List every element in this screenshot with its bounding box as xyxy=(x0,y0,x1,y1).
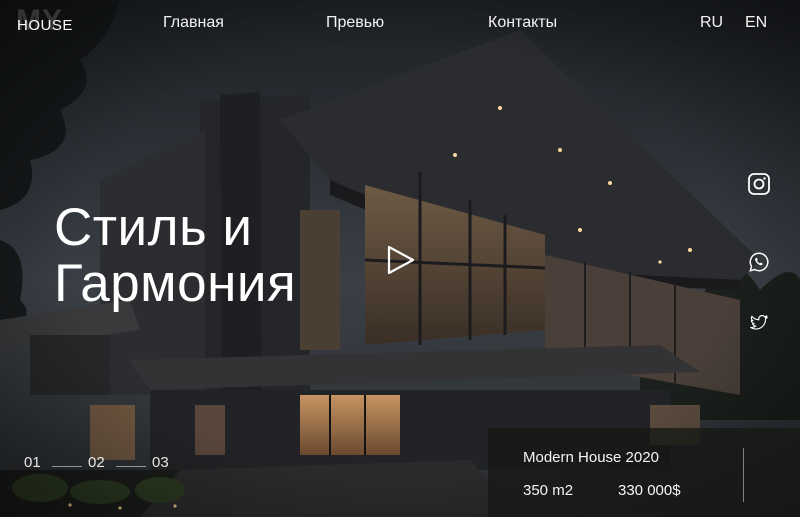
logo-wordmark: HOUSE xyxy=(17,17,73,34)
play-video-button[interactable] xyxy=(380,240,420,280)
hero-title-line-2: Гармония xyxy=(54,254,297,313)
slide-indicator-divider xyxy=(52,466,82,467)
slide-indicator-divider xyxy=(116,466,146,467)
card-divider xyxy=(743,448,744,502)
instagram-icon xyxy=(748,173,770,195)
nav-link-contacts[interactable]: Контакты xyxy=(488,14,557,32)
language-ru[interactable]: RU xyxy=(700,14,723,32)
property-area: 350 m2 xyxy=(523,482,574,499)
hero-title-line-1: Стиль и xyxy=(54,198,253,257)
nav-link-preview[interactable]: Превью xyxy=(326,14,384,32)
top-navigation: MY HOUSE Главная Превью Контакты RU EN xyxy=(0,0,800,50)
play-icon xyxy=(387,245,415,275)
logo[interactable]: MY HOUSE xyxy=(16,6,86,40)
slide-indicator-3[interactable]: 03 xyxy=(152,454,169,471)
twitter-link[interactable] xyxy=(744,308,774,338)
twitter-icon xyxy=(750,315,768,330)
property-price: 330 000$ xyxy=(618,482,681,499)
slide-indicator-2[interactable]: 02 xyxy=(88,454,105,471)
slide-indicator-1[interactable]: 01 xyxy=(24,454,41,471)
instagram-link[interactable] xyxy=(744,169,774,199)
property-info-card[interactable]: Modern House 2020 350 m2 330 000$ xyxy=(488,428,800,517)
language-en[interactable]: EN xyxy=(745,14,767,32)
nav-link-home[interactable]: Главная xyxy=(163,14,224,32)
whatsapp-icon xyxy=(749,252,769,272)
hero-title: Стиль и Гармония xyxy=(54,200,384,312)
property-title: Modern House 2020 xyxy=(523,449,659,466)
whatsapp-link[interactable] xyxy=(744,247,774,277)
